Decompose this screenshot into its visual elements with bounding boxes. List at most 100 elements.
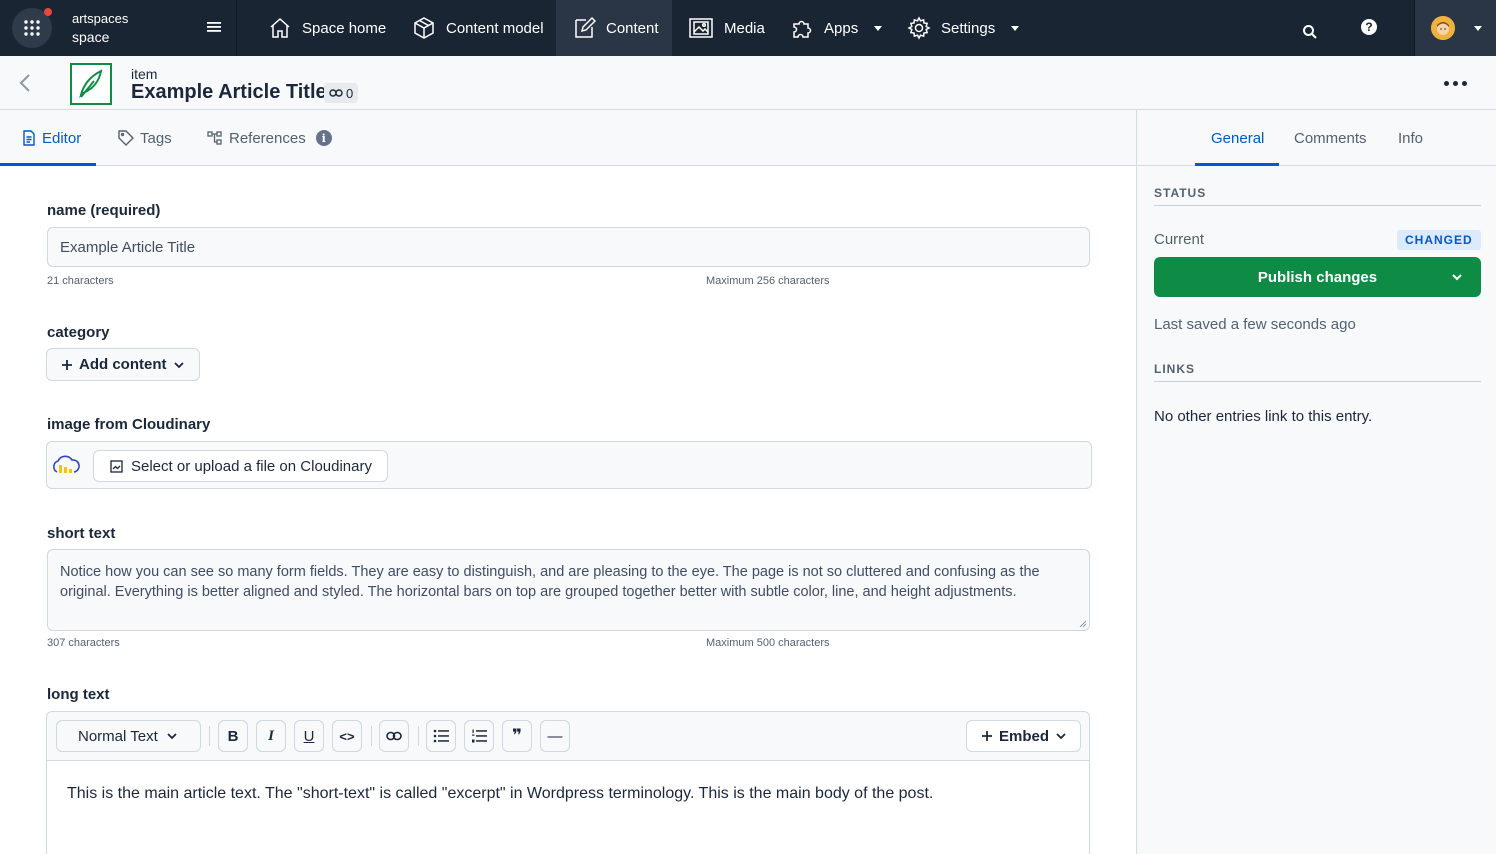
help-icon[interactable]: ? <box>1361 19 1377 35</box>
nav-label: Space home <box>302 19 387 37</box>
tab-references[interactable]: References i <box>207 110 332 166</box>
editor-tabs: Editor Tags References i <box>0 110 1137 166</box>
cloudinary-button-label: Select or upload a file on Cloudinary <box>131 457 372 475</box>
field-label-short-text: short text <box>47 525 116 542</box>
gear-icon <box>907 16 931 40</box>
section-divider <box>1154 205 1481 206</box>
bulleted-list-button[interactable] <box>426 720 456 752</box>
chevron-down-icon <box>1056 733 1066 740</box>
space-switcher[interactable]: artspaces space <box>72 10 128 46</box>
entry-sidebar: General Comments Info STATUS Current CHA… <box>1136 110 1496 854</box>
bulleted-list-icon <box>433 729 449 743</box>
edit-icon <box>575 16 596 38</box>
nav-label: Apps <box>824 19 859 37</box>
embed-label: Embed <box>999 727 1050 745</box>
numbered-list-button[interactable] <box>464 720 494 752</box>
search-icon[interactable] <box>1302 24 1318 40</box>
caret-down-icon <box>1474 26 1482 31</box>
cloudinary-select-button[interactable]: Select or upload a file on Cloudinary <box>93 450 388 482</box>
chevron-down-icon <box>173 361 184 368</box>
status-badge: CHANGED <box>1397 230 1481 250</box>
account-menu[interactable] <box>1414 0 1496 56</box>
active-tab-indicator <box>1195 163 1279 166</box>
media-icon <box>689 18 713 38</box>
content-type-label: item <box>131 66 158 82</box>
toolbar-divider <box>209 726 210 746</box>
section-divider <box>1154 381 1481 382</box>
sidebar-tab-info[interactable]: Info <box>1398 110 1423 166</box>
nav-content[interactable]: Content <box>556 0 672 56</box>
bold-button[interactable]: B <box>218 720 248 752</box>
references-icon <box>207 131 222 145</box>
image-icon <box>110 459 123 473</box>
tab-label: Tags <box>140 129 172 147</box>
nav-content-model[interactable]: Content model <box>396 0 560 56</box>
notification-dot <box>44 8 52 16</box>
tag-icon <box>118 130 134 146</box>
tab-editor[interactable]: Editor <box>22 110 81 166</box>
name-char-max: Maximum 256 characters <box>706 275 830 287</box>
field-label-long-text: long text <box>47 686 110 703</box>
nav-label: Content <box>606 19 659 37</box>
rich-text-body[interactable]: This is the main article text. The "shor… <box>67 785 933 803</box>
entry-type-icon <box>70 63 112 105</box>
home-icon <box>270 17 290 38</box>
nav-media[interactable]: Media <box>672 0 781 56</box>
avatar <box>1431 16 1455 40</box>
italic-button[interactable]: I <box>256 720 286 752</box>
caret-down-icon <box>874 25 883 31</box>
name-char-count: 21 characters <box>47 275 114 287</box>
info-icon[interactable]: i <box>315 130 332 146</box>
grid-icon <box>24 20 40 36</box>
text-format-dropdown[interactable]: Normal Text <box>56 720 201 752</box>
sidebar-tab-general[interactable]: General <box>1211 110 1264 166</box>
tab-label: References <box>229 129 306 147</box>
resize-handle-icon[interactable] <box>1079 620 1087 628</box>
nav-space-home[interactable]: Space home <box>252 0 402 56</box>
publish-changes-button[interactable]: Publish changes <box>1154 257 1481 297</box>
embed-button[interactable]: Embed <box>966 720 1081 752</box>
underline-button[interactable]: U <box>294 720 324 752</box>
link-icon <box>329 89 343 97</box>
nav-divider <box>236 0 237 56</box>
name-input-value: Example Article Title <box>60 239 196 256</box>
links-empty-text: No other entries link to this entry. <box>1154 408 1373 425</box>
more-options-icon[interactable] <box>1444 81 1467 86</box>
rich-text-editor: Normal Text B I U <> ❞ — Embed This is t… <box>46 711 1090 854</box>
publish-label: Publish changes <box>1257 268 1378 286</box>
code-button[interactable]: <> <box>332 720 362 752</box>
status-section-title: STATUS <box>1154 186 1207 200</box>
field-label-category: category <box>47 324 110 341</box>
chevron-down-icon[interactable] <box>1451 271 1463 283</box>
quote-button[interactable]: ❞ <box>502 720 532 752</box>
toolbar-divider <box>371 726 372 746</box>
sidebar-tabs: General Comments Info <box>1137 110 1496 166</box>
short-text-value: Notice how you can see so many form fiel… <box>60 564 1040 600</box>
entry-header: item Example Article Title 0 <box>0 56 1496 110</box>
field-label-name: name (required) <box>47 202 161 219</box>
cube-icon <box>414 17 434 39</box>
horizontal-rule-button[interactable]: — <box>540 720 570 752</box>
link-icon <box>386 731 402 741</box>
document-icon <box>23 130 35 146</box>
back-arrow-icon[interactable] <box>16 73 36 93</box>
name-input[interactable]: Example Article Title <box>47 227 1090 267</box>
last-saved-text: Last saved a few seconds ago <box>1154 316 1356 333</box>
nav-settings[interactable]: Settings <box>891 0 1035 56</box>
rich-text-toolbar: Normal Text B I U <> ❞ — Embed <box>47 712 1089 761</box>
reference-count-badge[interactable]: 0 <box>324 83 359 103</box>
add-content-label: Add content <box>79 356 167 373</box>
tab-tags[interactable]: Tags <box>118 110 172 166</box>
sidebar-tab-comments[interactable]: Comments <box>1294 110 1367 166</box>
nav-label: Media <box>724 19 765 37</box>
cloudinary-field: Select or upload a file on Cloudinary <box>46 441 1092 489</box>
entry-title: Example Article Title <box>131 81 327 103</box>
link-button[interactable] <box>379 720 409 752</box>
top-navigation: artspaces space Space home Content model… <box>0 0 1496 56</box>
add-content-button[interactable]: Add content <box>46 348 200 381</box>
nav-apps[interactable]: Apps <box>774 0 898 56</box>
hamburger-menu-icon[interactable] <box>206 20 222 34</box>
short-text-textarea[interactable]: Notice how you can see so many form fiel… <box>47 549 1090 631</box>
entry-editor-form: name (required) Example Article Title 21… <box>0 166 1136 854</box>
caret-down-icon <box>1011 25 1020 31</box>
